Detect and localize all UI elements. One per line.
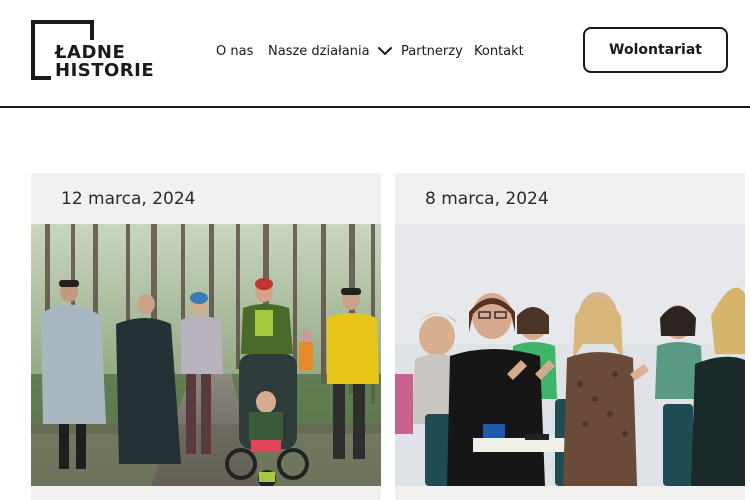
chevron-down-icon (377, 46, 392, 55)
nav-item-kontakt[interactable]: Kontakt (474, 44, 524, 59)
nav-item-nasze-dzialania[interactable]: Nasze działania (268, 44, 392, 59)
nav-item-partnerzy[interactable]: Partnerzy (401, 44, 463, 59)
logo-text-line-2: HISTORIE (55, 60, 155, 81)
site-header: ŁADNE HISTORIE O nas Nasze działania Par… (0, 0, 750, 108)
post-card[interactable]: 8 marca, 2024 (395, 173, 745, 500)
volunteer-button[interactable]: Wolontariat (583, 27, 728, 73)
post-date: 8 marca, 2024 (425, 189, 549, 209)
nav-item-o-nas[interactable]: O nas (216, 44, 253, 59)
post-image-forest-walk[interactable] (31, 224, 381, 486)
post-image-conference[interactable] (395, 224, 745, 486)
site-logo[interactable]: ŁADNE HISTORIE (31, 20, 161, 82)
post-card[interactable]: 12 marca, 2024 (31, 173, 381, 500)
nav-item-nasze-dzialania-label: Nasze działania (268, 44, 370, 59)
post-date: 12 marca, 2024 (61, 189, 196, 209)
